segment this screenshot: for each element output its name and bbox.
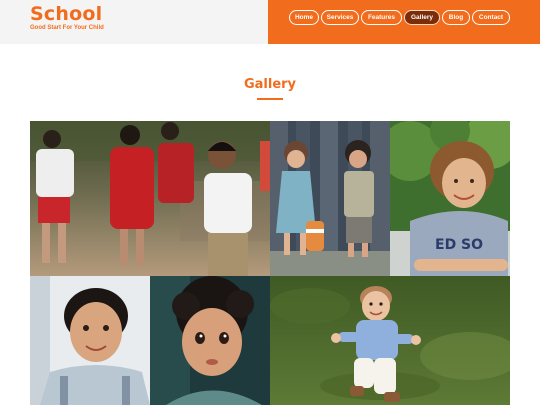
nav-gallery[interactable]: Gallery	[404, 10, 440, 25]
toddler-on-grass-photo[interactable]	[270, 276, 510, 405]
svg-text:ED SO: ED SO	[435, 237, 483, 253]
kids-with-toy-photo[interactable]	[270, 121, 390, 276]
site-header: School Good Start For Your Child Home Se…	[0, 0, 540, 44]
nav-blog[interactable]: Blog	[442, 10, 470, 25]
nav-services[interactable]: Services	[321, 10, 359, 25]
children-walking-photo[interactable]	[30, 121, 270, 276]
curly-hair-child-photo[interactable]	[150, 276, 270, 405]
nav-home[interactable]: Home	[289, 10, 319, 25]
site-logo[interactable]: School	[30, 3, 102, 25]
brand-area: School Good Start For Your Child	[0, 0, 268, 44]
gallery-heading: Gallery	[243, 77, 297, 92]
heading-underline	[257, 98, 283, 100]
smiling-boy-photo[interactable]: ED SO	[390, 121, 510, 276]
photo-gallery: ED SO	[30, 121, 510, 405]
boy-portrait-photo[interactable]	[30, 276, 150, 405]
nav-features[interactable]: Features	[361, 10, 402, 25]
main-nav: Home Services Features Gallery Blog Cont…	[268, 0, 540, 44]
nav-contact[interactable]: Contact	[472, 10, 510, 25]
site-tagline: Good Start For Your Child	[30, 25, 104, 31]
